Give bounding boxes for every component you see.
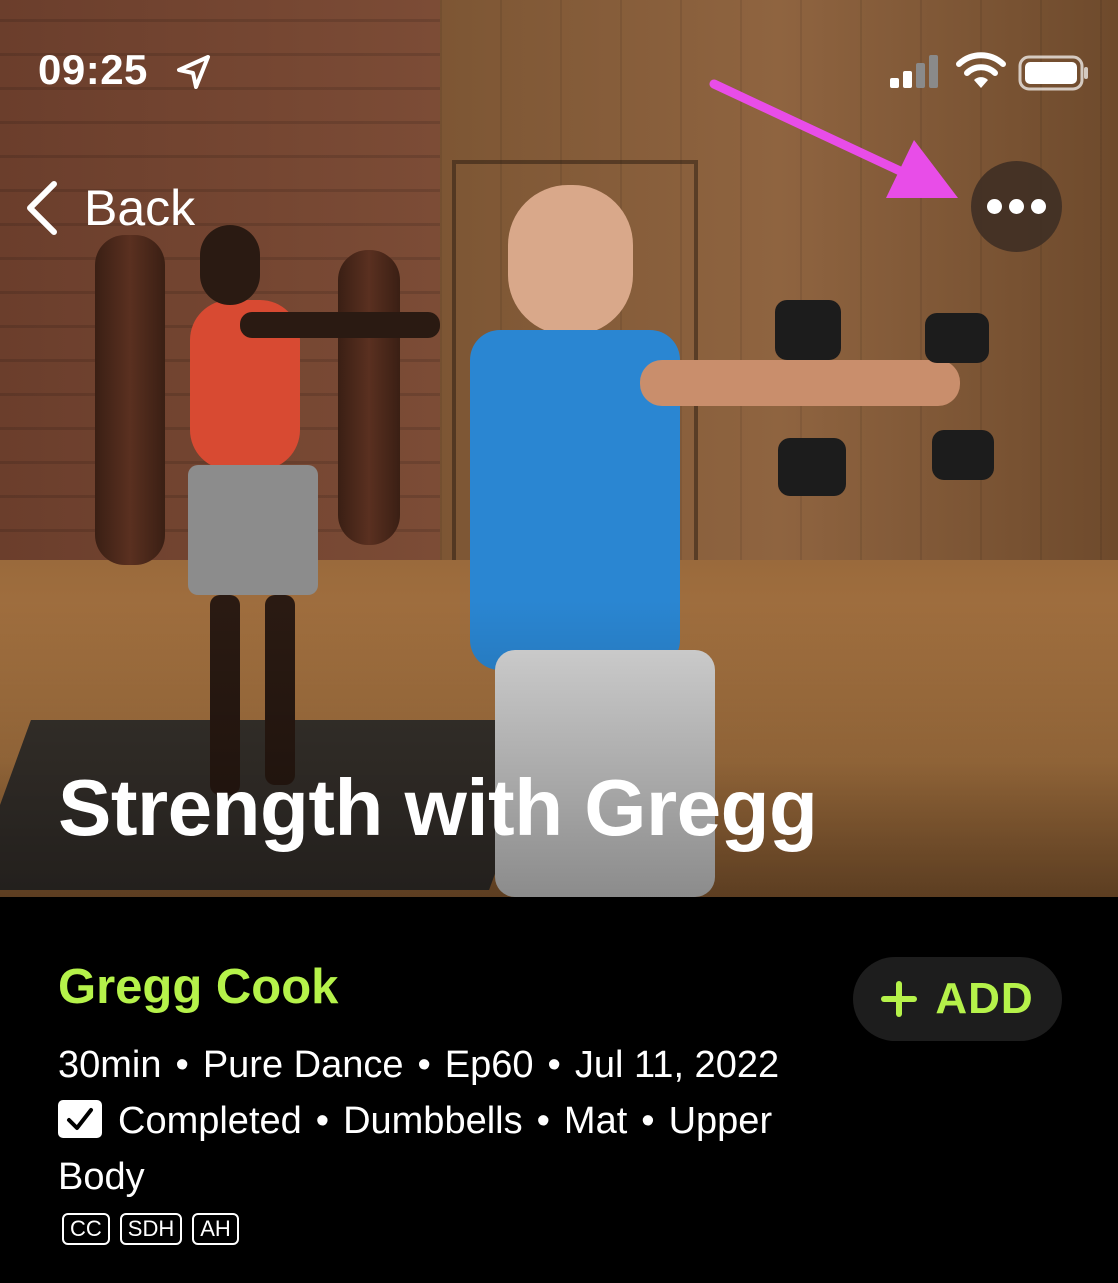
separator: • xyxy=(536,1100,550,1142)
separator: • xyxy=(417,1044,431,1086)
location-arrow-icon xyxy=(177,55,210,89)
battery-icon xyxy=(1018,55,1088,91)
cc-badge: CC xyxy=(62,1213,110,1245)
ellipsis-icon xyxy=(987,199,1046,214)
trainer-shorts xyxy=(188,465,318,595)
duration: 30min xyxy=(58,1044,162,1086)
dumbbell xyxy=(932,430,994,480)
chevron-left-icon xyxy=(27,181,57,235)
status-time: 09:25 xyxy=(38,46,148,93)
sdh-badge: SDH xyxy=(119,1213,183,1245)
separator: • xyxy=(641,1100,655,1142)
more-options-button[interactable] xyxy=(971,161,1062,252)
separator: • xyxy=(175,1044,189,1086)
separator: • xyxy=(315,1100,330,1142)
trainer-head xyxy=(200,225,260,305)
equipment-dumbbells: Dumbbells xyxy=(343,1100,523,1142)
metadata-line-2: Completed • Dumbbells • Mat • Upper Body xyxy=(58,1093,858,1205)
ah-badge: AH xyxy=(192,1213,239,1245)
trainer-name[interactable]: Gregg Cook xyxy=(58,959,338,1015)
workout-info: Gregg Cook ADD 30min • Pure Dance • Ep60 • Jul… xyxy=(0,897,1118,1283)
back-button[interactable]: Back xyxy=(22,176,195,240)
dumbbell xyxy=(925,313,989,363)
back-label: Back xyxy=(84,180,196,236)
plus-icon xyxy=(881,981,918,1017)
completed-label: Completed xyxy=(118,1100,302,1142)
episode: Ep60 xyxy=(444,1044,534,1086)
add-label: ADD xyxy=(935,974,1034,1023)
equipment-mat: Mat xyxy=(563,1100,628,1142)
dumbbell xyxy=(778,438,846,496)
accessibility-badges: CC SDH AH xyxy=(62,1213,239,1245)
main-trainer-head xyxy=(508,185,633,335)
workout-metadata: 30min • Pure Dance • Ep60 • Jul 11, 2022 Compl… xyxy=(58,1037,858,1205)
music-genre: Pure Dance xyxy=(202,1044,404,1086)
trainer-arms xyxy=(240,312,440,338)
punching-bag xyxy=(338,250,400,545)
main-trainer-arms xyxy=(640,360,960,406)
metadata-line-1: 30min • Pure Dance • Ep60 • Jul 11, 2022 xyxy=(58,1037,858,1093)
workout-title: Strength with Gregg xyxy=(58,763,818,852)
punching-bag xyxy=(95,235,165,565)
annotation-arrow-icon xyxy=(709,79,958,198)
separator: • xyxy=(547,1044,561,1086)
checkmark-icon xyxy=(58,1100,102,1138)
release-date: Jul 11, 2022 xyxy=(574,1044,780,1086)
dumbbell xyxy=(775,300,841,360)
add-button[interactable]: ADD xyxy=(853,957,1062,1041)
